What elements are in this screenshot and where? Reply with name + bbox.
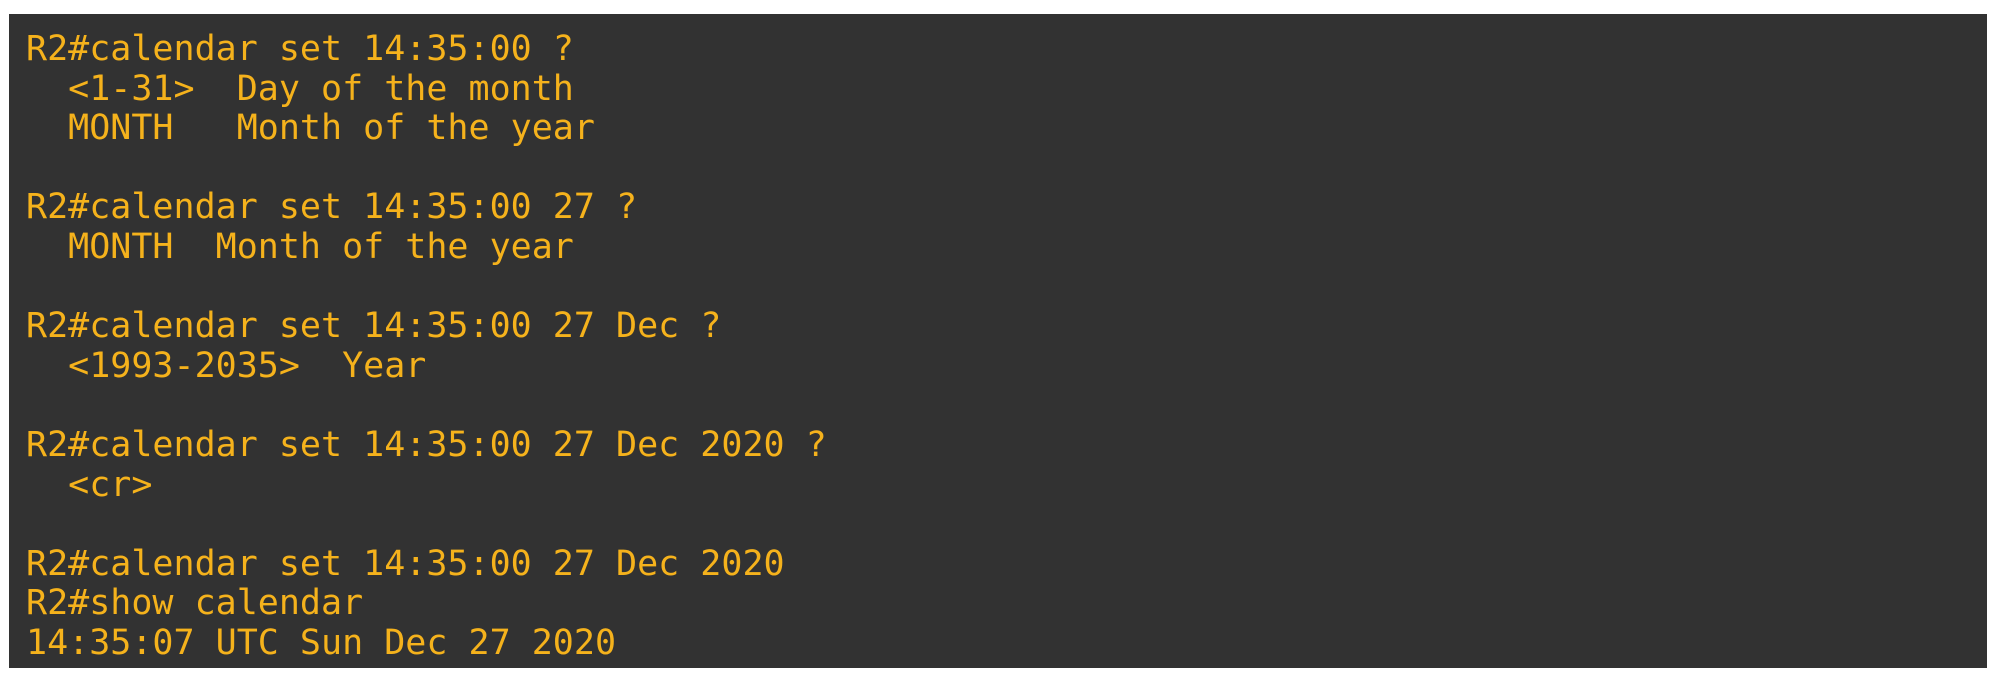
command-line: R2#calendar set 14:35:00 27 Dec 2020 ? (26, 424, 827, 465)
command-line: R2#calendar set 14:35:00 27 ? (26, 187, 638, 228)
help-output-line: <cr> (26, 464, 153, 505)
help-output-line: <1-31> Day of the month (26, 68, 574, 109)
terminal-window[interactable]: R2#calendar set 14:35:00 ? <1-31> Day of… (9, 14, 1987, 668)
help-output-line: MONTH Month of the year (26, 108, 595, 149)
help-output-line: <1993-2035> Year (26, 345, 427, 386)
command-line: R2#show calendar (26, 583, 364, 624)
help-output-line: MONTH Month of the year (26, 226, 574, 267)
calendar-output-line: 14:35:07 UTC Sun Dec 27 2020 (26, 622, 617, 663)
command-line: R2#calendar set 14:35:00 27 Dec ? (26, 306, 722, 347)
command-line: R2#calendar set 14:35:00 ? (26, 29, 574, 69)
command-line: R2#calendar set 14:35:00 27 Dec 2020 (26, 543, 785, 584)
